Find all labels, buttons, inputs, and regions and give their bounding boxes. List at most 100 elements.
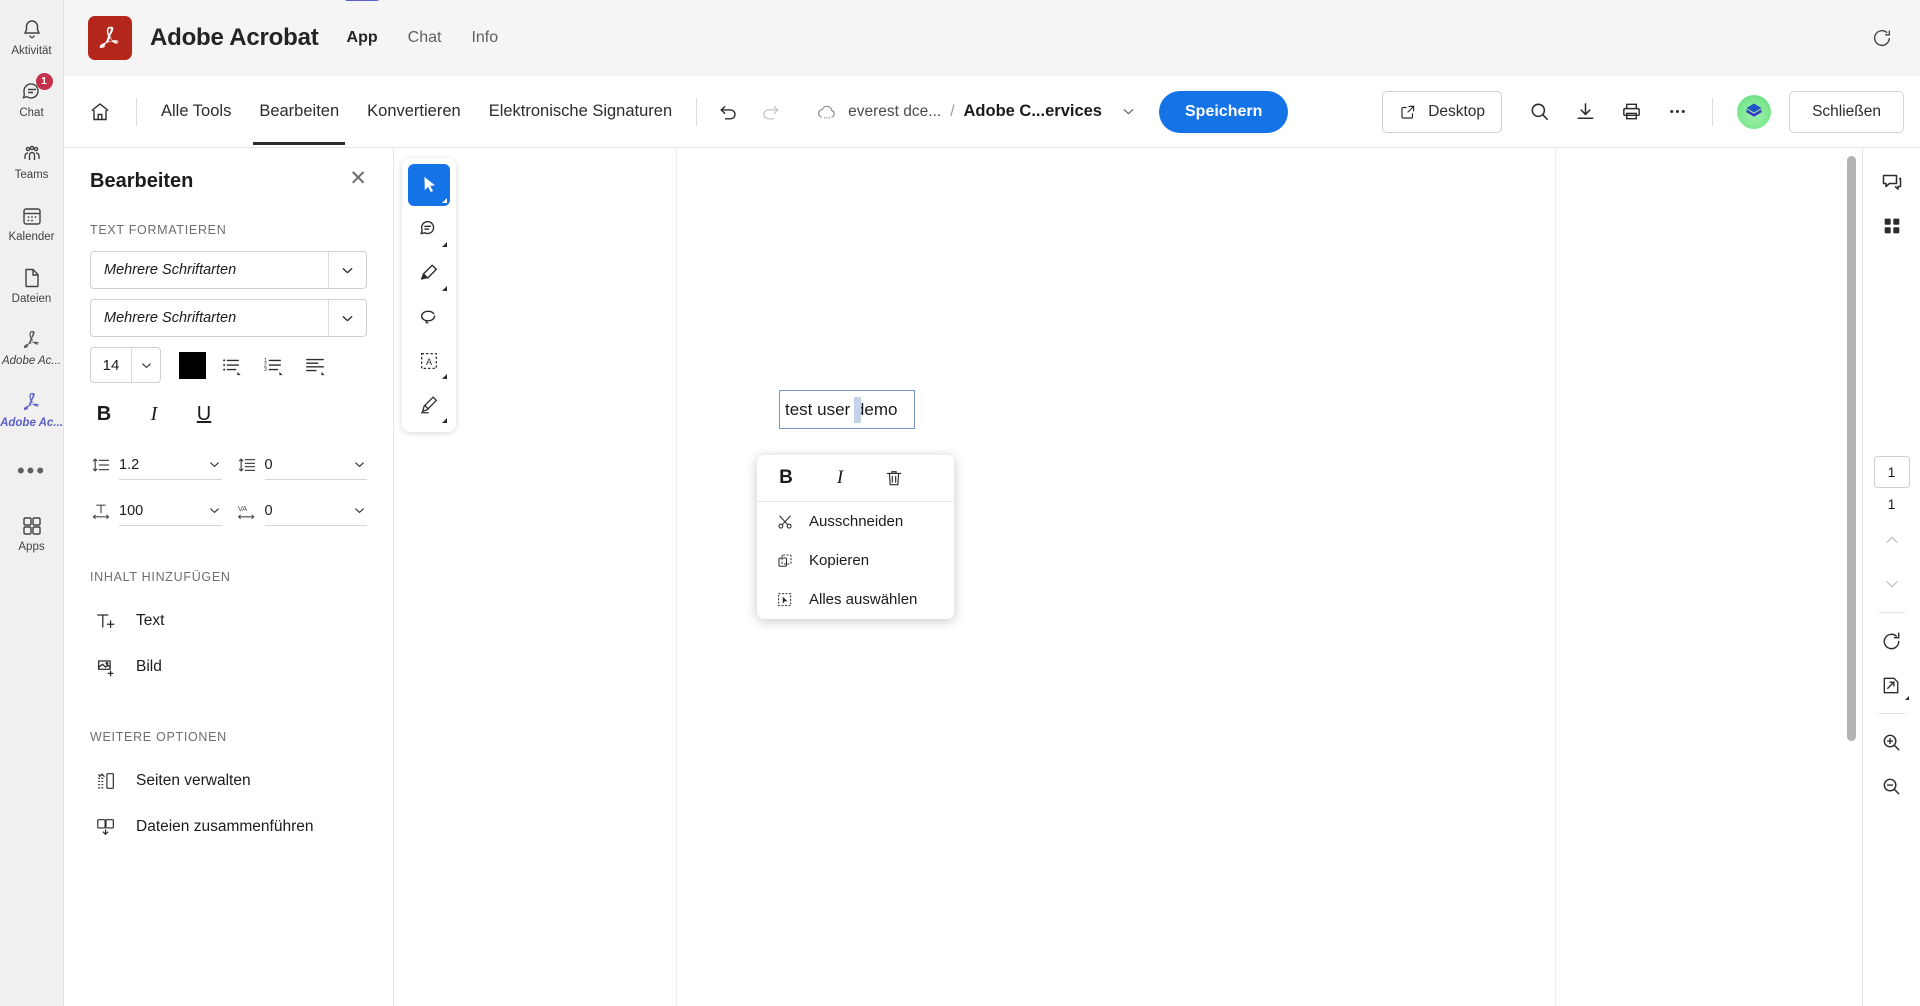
add-image-icon (94, 655, 118, 679)
apps-grid-icon (20, 513, 44, 539)
context-item-label: Alles auswählen (809, 591, 918, 608)
tab-elektronische-signaturen[interactable]: Elektronische Signaturen (475, 78, 686, 145)
bold-button[interactable]: B (94, 403, 114, 426)
teams-icon (20, 141, 44, 167)
print-icon[interactable] (1610, 91, 1652, 133)
sidebar-item-chat[interactable]: 1 Chat (0, 68, 64, 130)
letter-spacing-input[interactable]: 0 (264, 496, 367, 526)
sidebar-item-label: Apps (18, 540, 45, 553)
font-size-select[interactable]: 14 (90, 347, 161, 383)
lasso-icon[interactable] (408, 296, 450, 338)
letter-spacing-value: 0 (264, 502, 273, 519)
close-icon[interactable]: ✕ (349, 168, 367, 189)
refresh-icon[interactable] (1862, 18, 1902, 58)
font-style-value: Mehrere Schriftarten (104, 310, 237, 326)
more-horizontal-icon[interactable] (1656, 91, 1698, 133)
trash-icon[interactable] (875, 461, 913, 495)
chat-unread-badge: 1 (35, 72, 53, 90)
undo-icon[interactable] (707, 91, 749, 133)
line-spacing-value: 1.2 (119, 456, 140, 473)
sidebar-item-adobe-acrobat-2[interactable]: Adobe Ac... (0, 378, 64, 440)
search-icon[interactable] (1518, 91, 1560, 133)
context-bold-button[interactable]: B (767, 461, 805, 495)
tool-menu-corner (442, 374, 447, 379)
chat-icon: 1 (20, 72, 53, 105)
sidebar-item-teams[interactable]: Teams (0, 130, 64, 192)
chevron-down-icon[interactable] (1120, 103, 1137, 120)
save-button[interactable]: Speichern (1159, 90, 1289, 133)
bell-icon (20, 17, 44, 43)
sidebar-item-kalender[interactable]: Kalender (0, 192, 64, 254)
add-image-option[interactable]: Bild (90, 644, 367, 690)
chevron-down-icon[interactable] (1870, 562, 1914, 606)
context-item-ausschneiden[interactable]: Ausschneiden (757, 502, 954, 541)
edit-text-box-icon[interactable]: A (408, 340, 450, 382)
svg-text:A: A (426, 357, 433, 367)
breadcrumb-account[interactable]: everest dce... (848, 103, 941, 121)
line-spacing-input[interactable]: 1.2 (119, 450, 222, 480)
page-number-input[interactable]: 1 (1873, 456, 1910, 488)
tab-alle-tools[interactable]: Alle Tools (147, 78, 245, 145)
italic-button[interactable]: I (144, 403, 164, 426)
acrobat-toolbar: Alle Tools Bearbeiten Konvertieren Elekt… (64, 76, 1920, 148)
fit-page-icon[interactable] (1870, 663, 1914, 707)
select-cursor-icon[interactable] (408, 164, 450, 206)
comment-panel-icon[interactable] (1870, 160, 1914, 204)
text-color-swatch[interactable] (179, 351, 206, 379)
pdf-text-value: test user demo (785, 399, 898, 419)
merge-files-option[interactable]: Dateien zusammenführen (90, 804, 367, 850)
font-family-select[interactable]: Mehrere Schriftarten (90, 251, 367, 289)
right-tools-rail: 1 1 (1862, 148, 1920, 1006)
add-text-option[interactable]: Text (90, 598, 367, 644)
tab-bearbeiten[interactable]: Bearbeiten (245, 78, 353, 145)
manage-pages-option[interactable]: Seiten verwalten (90, 758, 367, 804)
rotate-cw-icon[interactable] (1870, 619, 1914, 663)
paragraph-spacing-input[interactable]: 0 (264, 450, 367, 480)
sign-icon[interactable] (408, 384, 450, 426)
paragraph-spacing-icon (236, 454, 258, 476)
chevron-up-icon[interactable] (1870, 518, 1914, 562)
bullet-list-icon[interactable] (214, 350, 248, 380)
zoom-out-icon[interactable] (1870, 764, 1914, 808)
context-item-alles-auswaehlen[interactable]: Alles auswählen (757, 580, 954, 619)
tab-chat[interactable]: Chat (406, 25, 444, 51)
quick-tools-strip: A (402, 158, 456, 432)
tab-konvertieren[interactable]: Konvertieren (353, 78, 475, 145)
comment-icon[interactable] (408, 208, 450, 250)
letter-spacing-icon: VA (236, 500, 258, 522)
sidebar-item-aktivitaet[interactable]: Aktivität (0, 6, 64, 68)
avatar[interactable] (1737, 94, 1772, 129)
spacing-controls: 1.2 0 100 VA 0 (90, 450, 367, 526)
sidebar-item-label: Aktivität (11, 44, 52, 57)
open-in-desktop-button[interactable]: Desktop (1382, 90, 1503, 133)
font-style-select[interactable]: Mehrere Schriftarten (90, 299, 367, 337)
underline-button[interactable]: U (194, 403, 214, 426)
tool-menu-corner (442, 242, 447, 247)
sidebar-more-button[interactable]: ••• (0, 440, 64, 502)
highlight-icon[interactable] (408, 252, 450, 294)
letter-spacing-field: VA 0 (236, 496, 367, 526)
manage-pages-label: Seiten verwalten (136, 772, 251, 789)
home-icon[interactable] (74, 90, 126, 134)
close-button[interactable]: Schließen (1789, 90, 1904, 133)
numbered-list-icon[interactable]: 1 2 3 (256, 350, 290, 380)
context-italic-button[interactable]: I (821, 461, 859, 495)
tab-info[interactable]: Info (469, 25, 500, 51)
download-icon[interactable] (1564, 91, 1606, 133)
text-style-row: B I U (90, 403, 367, 426)
redo-icon[interactable] (749, 91, 791, 133)
sidebar-item-apps[interactable]: Apps (0, 502, 64, 564)
breadcrumb-file[interactable]: Adobe C...ervices (964, 102, 1102, 121)
thumbnails-grid-icon[interactable] (1870, 204, 1914, 248)
context-item-kopieren[interactable]: Kopieren (757, 541, 954, 580)
horizontal-scale-input[interactable]: 100 (119, 496, 222, 526)
document-scrollbar[interactable] (1847, 156, 1856, 741)
panel-title: Bearbeiten (90, 170, 194, 192)
pdf-text-field[interactable]: test user demo (779, 390, 915, 429)
sidebar-item-adobe-acrobat-1[interactable]: Adobe Ac... (0, 316, 64, 378)
zoom-in-icon[interactable] (1870, 720, 1914, 764)
align-left-icon[interactable] (298, 350, 332, 380)
manage-pages-icon (94, 769, 118, 793)
tab-app[interactable]: App (345, 25, 380, 51)
sidebar-item-dateien[interactable]: Dateien (0, 254, 64, 316)
